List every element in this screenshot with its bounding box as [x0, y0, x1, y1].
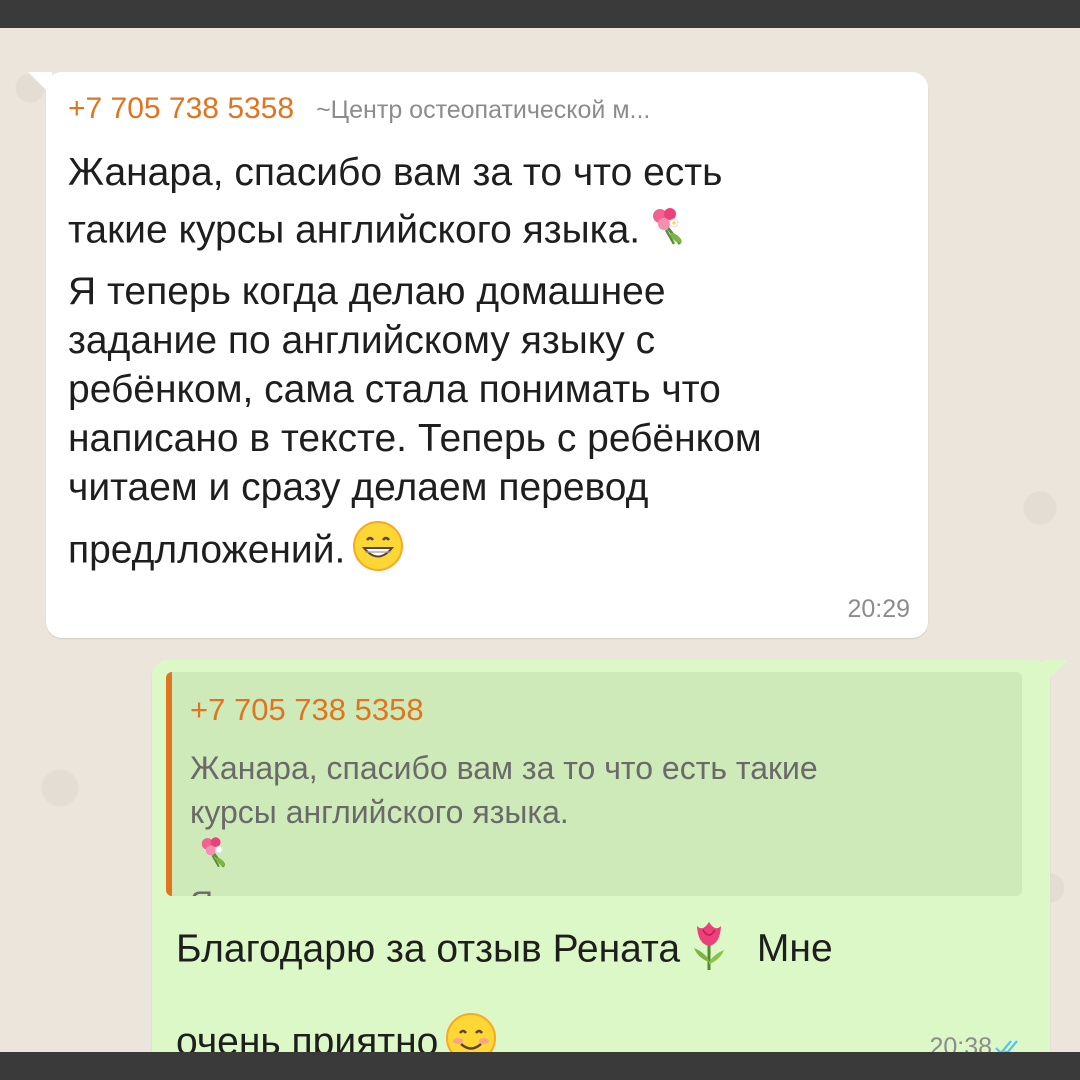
tulip-emoji: [686, 918, 732, 984]
sender-phone[interactable]: +7 705 738 5358: [68, 92, 294, 125]
message-line: читаем и сразу делаем перевод: [68, 466, 649, 509]
message-text: Жанара, спасибо вам за то что есть такие…: [68, 148, 908, 585]
bouquet-emoji: [646, 204, 690, 260]
quote-line: курсы английского языка.: [190, 790, 1010, 881]
quote-text: Жанара, спасибо вам за то что есть такие…: [190, 746, 1010, 896]
quote-author: +7 705 738 5358: [190, 692, 424, 727]
message-line: задание по английскому языку с: [68, 319, 656, 362]
read-ticks-icon: [994, 1037, 1024, 1052]
message-line: Я теперь когда делаю домашнее: [68, 270, 666, 313]
reply-line: очень приятно: [176, 1011, 1036, 1052]
chat-background: +7 705 738 5358 ~Центр остеопатической м.…: [0, 28, 1080, 1052]
sender-name: ~Центр остеопатической м...: [316, 96, 651, 124]
bottom-bar: [0, 1052, 1080, 1080]
message-time: 20:29: [847, 595, 910, 623]
message-line: такие курсы английского языка.: [68, 204, 908, 260]
message-line: написано в тексте. Теперь с ребёнком: [68, 417, 762, 460]
message-line: Жанара, спасибо вам за то что есть: [68, 151, 723, 194]
bouquet-emoji: [196, 834, 1010, 881]
quote-line: Я теперь когда делаю домашнее задание...: [190, 881, 1010, 896]
quote-line: Жанара, спасибо вам за то что есть такие: [190, 750, 818, 786]
quoted-message[interactable]: +7 705 738 5358 Жанара, спасибо вам за т…: [166, 672, 1022, 896]
message-time: 20:38: [929, 1033, 992, 1052]
message-line: предлложений.: [68, 519, 908, 585]
message-line: ребёнком, сама стала понимать что: [68, 368, 721, 411]
outgoing-message[interactable]: +7 705 738 5358 Жанара, спасибо вам за т…: [152, 660, 1068, 1052]
quote-accent-bar: [166, 672, 172, 896]
sender-header: +7 705 738 5358 ~Центр остеопатической м.…: [68, 92, 650, 126]
reply-text: Благодарю за отзыв Рената Мне очень прия…: [176, 918, 1036, 1052]
incoming-message[interactable]: +7 705 738 5358 ~Центр остеопатической м.…: [28, 72, 928, 638]
reply-line: Благодарю за отзыв Рената Мне: [176, 918, 1036, 984]
smile-emoji: [444, 1011, 498, 1052]
grin-emoji: [351, 519, 405, 585]
